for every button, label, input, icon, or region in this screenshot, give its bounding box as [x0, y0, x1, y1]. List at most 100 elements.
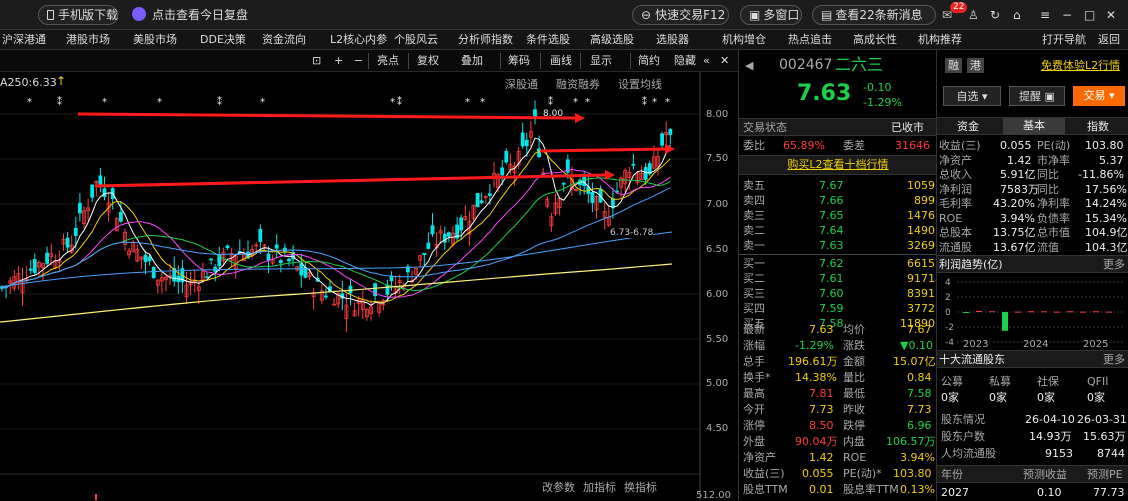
nav-item-hk-market[interactable]: 港股市场	[66, 30, 110, 50]
nav-item-hk-connect[interactable]: 沪深港通	[2, 30, 46, 50]
ask-volume: 1059	[907, 179, 935, 192]
tab-capital[interactable]: 资金	[957, 119, 979, 134]
tab-basic[interactable]: 基本	[1003, 118, 1065, 135]
holders-more-link[interactable]: 更多	[1103, 352, 1125, 367]
simple-button[interactable]: 简约	[638, 53, 660, 69]
last-price: 7.63	[797, 81, 852, 106]
fund-value: 5.91亿	[1000, 168, 1036, 181]
nav-item-us-market[interactable]: 美股市场	[133, 30, 177, 50]
display-button[interactable]: 显示	[590, 53, 612, 69]
daily-review-link[interactable]: 点击查看今日复盘	[132, 6, 248, 24]
candle-body	[225, 245, 230, 249]
nav-item-fund-flow[interactable]: 资金流向	[262, 30, 306, 50]
event-marker[interactable]: *	[260, 97, 265, 108]
margin-label[interactable]: 融资融券	[556, 76, 600, 92]
kline-chart[interactable]: * ⁑ * * ⁑ * * ⁑ * * ⁑ * * ⁑ * * A250:6.33 ↑ 深股通 融资融券 设置…	[0, 72, 738, 501]
maximize-icon[interactable]: □	[1084, 6, 1095, 24]
nav-item-condition[interactable]: 条件选股	[526, 30, 570, 50]
order-book: 卖五 7.67 1059 卖四 7.66 899 卖三 7.65 1476 卖二 7.64 1490 卖…	[739, 178, 937, 334]
stat-value: 3.94%	[900, 451, 935, 464]
nav-item-selector[interactable]: 选股器	[656, 30, 689, 50]
favorite-button[interactable]: 自选 ▾	[943, 86, 1001, 106]
highlight-button[interactable]: 亮点	[377, 53, 399, 69]
event-marker[interactable]: *	[573, 97, 578, 108]
change-params-button[interactable]: 改参数	[542, 479, 575, 495]
nav-item-back[interactable]: 返回	[1098, 30, 1120, 50]
event-marker[interactable]: *	[102, 97, 107, 108]
stat-value: 0.13%	[900, 483, 935, 496]
add-indicator-button[interactable]: 加指标	[583, 479, 616, 495]
nav-item-l2[interactable]: L2核心内参	[330, 30, 387, 50]
event-marker[interactable]: ⁑	[217, 95, 222, 108]
prev-stock-icon[interactable]: ◀	[745, 58, 753, 73]
set-ma-label[interactable]: 设置均线	[618, 76, 662, 92]
zoom-in-button[interactable]: +	[334, 53, 343, 69]
event-marker[interactable]: *	[157, 97, 162, 108]
mobile-download-button[interactable]: 手机版下载	[38, 5, 118, 25]
event-marker[interactable]: ⁑	[548, 95, 553, 108]
profit-title: 利润趋势(亿)	[939, 258, 1003, 271]
stat-label: ROE	[843, 451, 867, 464]
buy-l2-label[interactable]: 购买L2查看十档行情	[787, 158, 888, 171]
nav-item-inst-rec[interactable]: 机构推荐	[918, 30, 962, 50]
free-l2-link[interactable]: 免费体验L2行情	[1041, 58, 1120, 73]
fund-label: 总股本	[939, 226, 972, 239]
news-icon: ▤	[821, 8, 833, 22]
stat-label: 昨收	[843, 403, 865, 416]
fund-value: -11.86%	[1078, 168, 1124, 181]
ask-label: 卖五	[743, 179, 765, 192]
buy-l2-banner[interactable]: 购买L2查看十档行情	[739, 155, 937, 175]
profit-more-link[interactable]: 更多	[1103, 257, 1125, 272]
event-marker[interactable]: *	[652, 97, 657, 108]
close-panel-icon[interactable]: ✕	[720, 53, 729, 69]
nav-item-dde[interactable]: DDE决策	[200, 30, 246, 50]
event-marker[interactable]: ⁑	[57, 95, 62, 108]
nav-bar: 沪深港通 港股市场 美股市场 DDE决策 资金流向 L2核心内参 个股风云 分析…	[0, 30, 1128, 50]
zoom-out-button[interactable]: −	[354, 53, 363, 69]
chips-button[interactable]: 筹码	[508, 53, 530, 69]
overlay-button[interactable]: 叠加	[461, 53, 483, 69]
nav-item-advanced[interactable]: 高级选股	[590, 30, 634, 50]
remind-button[interactable]: 提醒 ▣	[1009, 86, 1065, 106]
menu-icon[interactable]: ≡	[1040, 6, 1050, 24]
event-marker[interactable]: *	[480, 97, 485, 108]
nav-item-growth[interactable]: 高成长性	[853, 30, 897, 50]
user-icon[interactable]: ♙	[968, 6, 979, 24]
fund-value: 13.67亿	[993, 240, 1036, 254]
nav-item-hot[interactable]: 热点追击	[788, 30, 832, 50]
stock-code: 002467	[779, 57, 833, 73]
shsz-label[interactable]: 深股通	[505, 76, 538, 92]
ma-line	[1, 137, 671, 307]
event-marker[interactable]: ⁑	[642, 95, 647, 108]
switch-indicator-button[interactable]: 换指标	[624, 479, 657, 495]
nav-item-analyst[interactable]: 分析师指数	[458, 30, 513, 50]
nav-item-stock-news[interactable]: 个股风云	[394, 30, 438, 50]
restore-rights-button[interactable]: 复权	[417, 53, 439, 69]
double-left-icon[interactable]: «	[703, 53, 710, 69]
event-marker[interactable]: *	[585, 97, 590, 108]
quick-trade-button[interactable]: ⊖ 快速交易F12	[632, 5, 729, 25]
fund-label: 总收入	[939, 168, 972, 181]
event-marker[interactable]: *	[665, 97, 670, 108]
event-marker[interactable]: *	[27, 97, 32, 108]
nav-item-open-nav[interactable]: 打开导航	[1042, 30, 1086, 50]
minimize-icon[interactable]: −	[1062, 6, 1072, 24]
close-icon[interactable]: ✕	[1106, 6, 1116, 24]
home-icon[interactable]: ⌂	[1013, 6, 1021, 24]
fund-label: 收益(三)	[939, 139, 981, 152]
lock-icon[interactable]: ⊡	[312, 53, 321, 69]
nav-item-inst-add[interactable]: 机构增仓	[722, 30, 766, 50]
refresh-icon[interactable]: ↻	[990, 6, 1000, 24]
news-button[interactable]: ▤ 查看22条新消息	[812, 5, 936, 25]
multi-window-button[interactable]: ▣ 多窗口	[740, 5, 802, 25]
tab-index[interactable]: 指数	[1087, 119, 1109, 134]
chart-toolbar: ⊡ + − 亮点 复权 叠加 筹码 画线 显示 简约 隐藏 « ✕	[0, 50, 738, 72]
event-marker[interactable]: *	[465, 97, 470, 108]
stat-label: 收益(三)	[743, 467, 785, 480]
fund-label: 负债率	[1037, 211, 1070, 225]
trade-button[interactable]: 交易 ▾	[1073, 86, 1125, 106]
hide-button[interactable]: 隐藏	[674, 53, 696, 69]
event-marker[interactable]: ⁑	[397, 95, 402, 108]
event-marker[interactable]: *	[390, 97, 395, 108]
draw-line-button[interactable]: 画线	[550, 53, 572, 69]
